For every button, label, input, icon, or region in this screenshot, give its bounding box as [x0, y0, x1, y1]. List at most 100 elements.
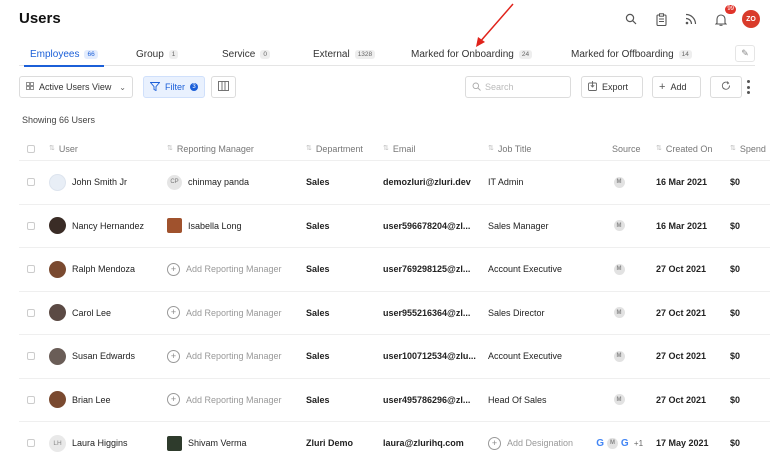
- table-row[interactable]: Brian Lee + Add Reporting Manager Sales u…: [19, 377, 770, 422]
- spend-cell: $0: [730, 307, 741, 318]
- spend-cell: $0: [730, 220, 741, 231]
- columns-button[interactable]: [211, 76, 236, 98]
- user-avatar[interactable]: ZO: [742, 10, 760, 28]
- column-header-user[interactable]: ⇅ User: [49, 138, 78, 160]
- column-header-spend[interactable]: ⇅ Spend: [730, 138, 766, 160]
- column-label: Created On: [665, 144, 713, 154]
- table-row[interactable]: LH Laura Higgins Shivam Verma Zluri Demo…: [19, 421, 770, 465]
- manager-avatar: CP: [167, 174, 182, 190]
- add-reporting-manager-link[interactable]: Add Reporting Manager: [186, 395, 282, 405]
- reporting-manager-cell[interactable]: + Add Reporting Manager: [167, 379, 282, 422]
- clipboard-icon[interactable]: [652, 10, 670, 28]
- sort-icon: ⇅: [730, 145, 736, 152]
- table-header: ⇅ User ⇅ Reporting Manager ⇅ Department ⇅ Em…: [19, 138, 770, 160]
- spend-cell: $0: [730, 264, 741, 275]
- tab-label: Employees: [30, 48, 80, 60]
- table-row[interactable]: John Smith Jr CP chinmay panda Sales demo…: [19, 160, 770, 204]
- job-title-cell[interactable]: + Add Designation: [488, 422, 573, 465]
- row-checkbox[interactable]: [27, 379, 35, 422]
- tab-count: 66: [84, 49, 98, 59]
- manual-source-icon: M: [607, 437, 618, 449]
- rss-icon[interactable]: [682, 10, 700, 28]
- column-header-email[interactable]: ⇅ Email: [383, 138, 415, 160]
- row-checkbox[interactable]: [27, 292, 35, 335]
- tab-bar: Employees 66 Group 1 Service 0 External 1328…: [19, 42, 755, 67]
- email-cell: laura@zlurihq.com: [383, 438, 464, 449]
- add-reporting-manager-link[interactable]: Add Reporting Manager: [186, 308, 282, 318]
- user-cell[interactable]: Nancy Hernandez: [49, 205, 144, 248]
- row-checkbox[interactable]: [27, 161, 35, 204]
- table-row[interactable]: Susan Edwards + Add Reporting Manager Sal…: [19, 334, 770, 378]
- reporting-manager-cell[interactable]: + Add Reporting Manager: [167, 292, 282, 335]
- top-icons: 99 ZO: [622, 5, 760, 28]
- table-row[interactable]: Nancy Hernandez Isabella Long Sales user…: [19, 203, 770, 248]
- tab-marked-for-offboarding[interactable]: Marked for Offboarding 14: [571, 42, 692, 66]
- table-row[interactable]: Ralph Mendoza + Add Reporting Manager Sal…: [19, 247, 770, 291]
- add-user-button[interactable]: + Add: [652, 76, 701, 98]
- department-cell: Sales: [306, 351, 330, 362]
- tab-service[interactable]: Service 0: [222, 42, 270, 66]
- refresh-button[interactable]: [710, 76, 742, 98]
- reporting-manager-cell[interactable]: Shivam Verma: [167, 422, 247, 465]
- tab-count: 0: [260, 49, 270, 59]
- column-header-job-title[interactable]: ⇅ Job Title: [488, 138, 531, 160]
- search-icon[interactable]: [622, 10, 640, 28]
- manual-source-icon: M: [613, 263, 625, 275]
- reporting-manager-cell[interactable]: + Add Reporting Manager: [167, 248, 282, 291]
- spend-cell: $0: [730, 394, 741, 405]
- add-reporting-manager-link[interactable]: Add Reporting Manager: [186, 351, 282, 361]
- manual-source-icon: M: [613, 220, 625, 232]
- edit-tabs-button[interactable]: ✎: [735, 45, 755, 62]
- tab-external[interactable]: External 1328: [313, 42, 376, 66]
- user-cell[interactable]: Ralph Mendoza: [49, 248, 135, 291]
- sort-icon: ⇅: [49, 145, 55, 152]
- user-cell[interactable]: Carol Lee: [49, 292, 111, 335]
- user-cell[interactable]: Susan Edwards: [49, 335, 135, 378]
- manual-source-icon: M: [613, 176, 625, 188]
- tab-group[interactable]: Group 1: [136, 42, 179, 66]
- view-selector[interactable]: Active Users View ⌄: [19, 76, 133, 98]
- department-cell: Sales: [306, 220, 330, 231]
- reporting-manager-cell[interactable]: + Add Reporting Manager: [167, 335, 282, 378]
- notification-bell-icon[interactable]: 99: [712, 5, 736, 28]
- tab-marked-for-onboarding[interactable]: Marked for Onboarding 24: [411, 42, 533, 66]
- table-body: John Smith Jr CP chinmay panda Sales demo…: [19, 160, 770, 465]
- add-label: Add: [670, 82, 687, 92]
- add-circle-icon: +: [167, 262, 180, 276]
- tab-employees[interactable]: Employees 66: [24, 42, 104, 67]
- more-sources-count[interactable]: +1: [634, 439, 643, 448]
- column-header-reporting-manager[interactable]: ⇅ Reporting Manager: [167, 138, 254, 160]
- manager-name: Shivam Verma: [188, 438, 247, 449]
- notification-badge: 99: [725, 5, 736, 14]
- column-header-department[interactable]: ⇅ Department: [306, 138, 363, 160]
- user-name: Carol Lee: [72, 307, 112, 318]
- table-row[interactable]: Carol Lee + Add Reporting Manager Sales u…: [19, 290, 770, 335]
- tab-label: Group: [136, 48, 164, 60]
- row-checkbox[interactable]: [27, 205, 35, 248]
- column-header-created-on[interactable]: ⇅ Created On: [656, 138, 712, 160]
- column-label: Department: [315, 144, 363, 154]
- filter-button[interactable]: Filter 3: [143, 76, 205, 98]
- select-all-checkbox[interactable]: [27, 138, 35, 160]
- row-checkbox[interactable]: [27, 422, 35, 465]
- user-cell[interactable]: John Smith Jr: [49, 161, 127, 204]
- add-reporting-manager-link[interactable]: Add Reporting Manager: [186, 264, 282, 274]
- reporting-manager-cell[interactable]: CP chinmay panda: [167, 161, 249, 204]
- user-cell[interactable]: LH Laura Higgins: [49, 422, 128, 465]
- search-input[interactable]: [485, 82, 565, 92]
- export-button[interactable]: Export: [581, 76, 643, 98]
- row-checkbox[interactable]: [27, 248, 35, 291]
- user-name: Laura Higgins: [72, 438, 128, 449]
- avatar: [49, 260, 66, 278]
- add-designation-link[interactable]: Add Designation: [507, 438, 573, 448]
- spend-cell: $0: [730, 177, 741, 188]
- job-title-cell: Sales Manager: [488, 220, 549, 231]
- search-box: [465, 76, 571, 98]
- page-title: Users: [19, 10, 61, 27]
- more-options-icon[interactable]: [746, 80, 750, 94]
- reporting-manager-cell[interactable]: Isabella Long: [167, 205, 242, 248]
- user-cell[interactable]: Brian Lee: [49, 379, 111, 422]
- showing-count: Showing 66 Users: [22, 115, 96, 125]
- column-label: Reporting Manager: [176, 144, 254, 154]
- row-checkbox[interactable]: [27, 335, 35, 378]
